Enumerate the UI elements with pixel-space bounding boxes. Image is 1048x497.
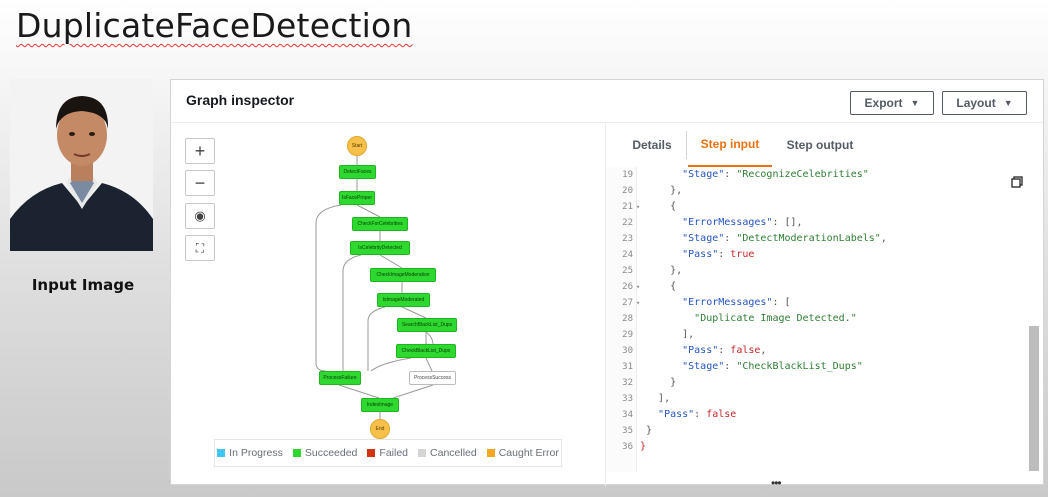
status-legend: In Progress Succeeded Failed Cancelled C… <box>214 439 562 467</box>
photo-caption: Input Image <box>31 276 135 294</box>
code-line: 28 "Duplicate Image Detected." <box>622 313 857 324</box>
code-line: 27 ▾ "ErrorMessages": [ <box>606 295 1030 311</box>
graph-node-check-blacklist[interactable]: CheckBlackList_Dups <box>396 344 456 358</box>
graph-node-process-failure[interactable]: ProcessFailure <box>319 371 361 385</box>
tab-step-output[interactable]: Step output <box>776 123 864 167</box>
code-line: 29 ], <box>622 329 695 340</box>
panel-header: Graph inspector Export ▼ Layout ▼ <box>171 80 1043 123</box>
graph-node-end[interactable]: End <box>370 419 390 439</box>
code-line: 35 } <box>622 425 653 436</box>
caret-down-icon: ▼ <box>910 98 920 108</box>
fold-arrow-icon[interactable]: ▾ <box>636 279 640 295</box>
code-line: 33 ], <box>622 393 671 404</box>
legend-item: Cancelled <box>418 447 477 459</box>
legend-swatch <box>418 449 427 457</box>
input-photo <box>10 79 153 251</box>
legend-label: Failed <box>379 447 409 459</box>
graph-node-is-image-moderated[interactable]: IsImageModerated <box>377 293 430 307</box>
legend-item: Caught Error <box>486 447 559 459</box>
inspector-tabs: Details Step input Step output <box>606 123 1043 167</box>
code-line: 21 ▾ { <box>606 199 1030 215</box>
graph-node-check-celebrities[interactable]: CheckForCelebrities <box>352 217 408 231</box>
tab-step-input[interactable]: Step input <box>688 123 772 167</box>
code-line: 34 "Pass": false <box>622 409 737 420</box>
caret-down-icon: ▼ <box>1003 98 1013 108</box>
graph-node-start[interactable]: Start <box>347 136 367 156</box>
code-scrollbar[interactable] <box>1029 326 1039 471</box>
code-line: 36 } <box>622 441 647 452</box>
slide-title: DuplicateFaceDetection <box>16 6 413 45</box>
export-label: Export <box>864 96 903 110</box>
code-line: 20 }, <box>622 185 683 196</box>
code-line: 23 "Stage": "DetectModerationLabels", <box>622 233 887 244</box>
graph-node-is-face-proper[interactable]: IsFaceProper <box>339 191 375 205</box>
code-line: 22 "ErrorMessages": [], <box>622 217 803 228</box>
legend-swatch <box>367 449 376 457</box>
legend-swatch <box>486 449 495 457</box>
fold-arrow-icon[interactable]: ▾ <box>636 295 640 311</box>
code-line: 19 "Stage": "RecognizeCelebrities" <box>622 169 869 180</box>
graph-canvas[interactable]: + − ◉ ⛶ Start DetectFaces IsFaceProper C… <box>171 123 606 486</box>
graph-node-index-image[interactable]: IndexImage <box>361 398 399 412</box>
fold-arrow-icon[interactable]: ▾ <box>636 199 640 215</box>
graph-node-search-blacklist[interactable]: SearchBlackList_Dups <box>397 318 457 332</box>
legend-label: In Progress <box>229 447 283 459</box>
graph-node-is-celebrity-detected[interactable]: IsCelebrityDetected <box>350 241 410 255</box>
horizontal-resize-handle[interactable]: ••• <box>771 476 782 490</box>
layout-button[interactable]: Layout ▼ <box>942 91 1027 115</box>
legend-label: Cancelled <box>430 447 477 459</box>
code-line: 24 "Pass": true <box>622 249 755 260</box>
tab-details[interactable]: Details <box>620 123 684 167</box>
copy-icon[interactable] <box>1011 176 1023 188</box>
graph-node-detect-faces[interactable]: DetectFaces <box>339 165 376 179</box>
graph-node-process-success[interactable]: ProcessSuccess <box>409 371 456 385</box>
legend-swatch <box>217 449 226 457</box>
legend-item: Failed <box>367 447 408 459</box>
export-button[interactable]: Export ▼ <box>850 91 934 115</box>
panel-title: Graph inspector <box>186 92 295 108</box>
person-photo-image <box>10 79 153 251</box>
layout-label: Layout <box>956 96 996 110</box>
json-code-viewer[interactable]: 19 "Stage": "RecognizeCelebrities" 20 },… <box>606 167 1030 472</box>
legend-label: Caught Error <box>498 447 559 459</box>
code-line: 30 "Pass": false, <box>622 345 767 356</box>
graph-inspector-panel: Graph inspector Export ▼ Layout ▼ + − ◉ … <box>170 79 1044 490</box>
code-line: 26 ▾ { <box>606 279 1030 295</box>
legend-item: In Progress <box>217 447 283 459</box>
graph-node-check-moderation[interactable]: CheckImageModeration <box>370 268 436 282</box>
legend-item: Succeeded <box>292 447 358 459</box>
legend-swatch <box>292 449 301 457</box>
legend-label: Succeeded <box>304 447 358 459</box>
code-line: 25 }, <box>622 265 683 276</box>
code-line: 32 } <box>622 377 677 388</box>
tab-divider <box>686 131 687 159</box>
code-line: 31 "Stage": "CheckBlackList_Dups" <box>622 361 863 372</box>
